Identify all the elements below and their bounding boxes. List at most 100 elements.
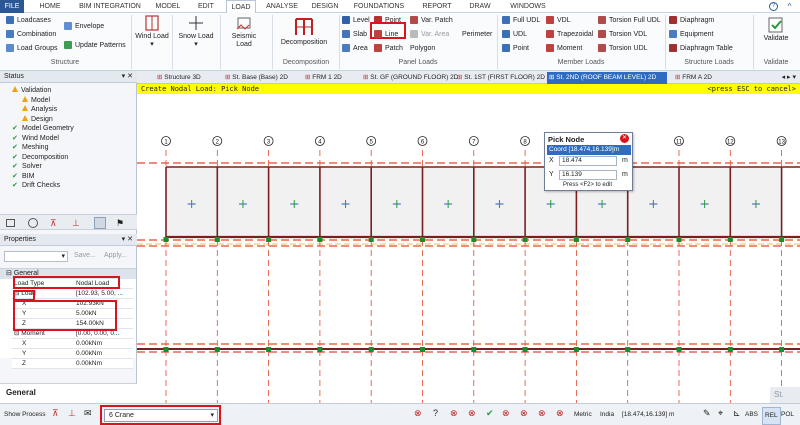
tab-document[interactable]: ⊞ FRM A 2D bbox=[673, 72, 731, 84]
help-icon[interactable]: ? bbox=[769, 2, 778, 11]
column-node[interactable] bbox=[625, 347, 631, 352]
error-icon[interactable]: ⊗ bbox=[414, 408, 422, 418]
load-icon[interactable]: ⊥ bbox=[72, 218, 80, 229]
column-node[interactable] bbox=[368, 237, 374, 242]
column-node[interactable] bbox=[214, 347, 220, 352]
loadcases-button[interactable]: Loadcases bbox=[6, 16, 51, 26]
error-icon[interactable]: ⊗ bbox=[556, 408, 564, 418]
level-load-button[interactable]: Level bbox=[342, 16, 370, 26]
torsion-udl-button[interactable]: Torsion UDL bbox=[598, 44, 648, 54]
status-tree-item[interactable]: ✔ Meshing bbox=[4, 143, 74, 153]
tab-document[interactable]: ⊞ St. GF (GROUND FLOOR) 2D bbox=[361, 72, 458, 84]
property-value[interactable]: 0.00kNm bbox=[76, 359, 102, 369]
check-icon[interactable]: ✔ bbox=[486, 408, 494, 418]
column-node[interactable] bbox=[779, 237, 785, 242]
column-node[interactable] bbox=[266, 237, 272, 242]
frame-icon[interactable]: ⊼ bbox=[50, 218, 57, 229]
property-value[interactable]: 0.00kNm bbox=[76, 349, 102, 359]
tab-document[interactable]: ⊞ St. 1ST (FIRST FLOOR) 2D bbox=[455, 72, 545, 84]
grid-view-icon[interactable] bbox=[6, 219, 15, 227]
error-icon[interactable]: ⊗ bbox=[468, 408, 476, 418]
structure-plan[interactable]: 12345678910111213 bbox=[137, 94, 800, 403]
trapezoidal-button[interactable]: Trapezoidal bbox=[546, 30, 593, 40]
menu-tab-analyse[interactable]: ANALYSE bbox=[262, 0, 302, 13]
status-tree-item[interactable]: Model bbox=[4, 95, 74, 106]
ortho-icon[interactable]: ⊾ bbox=[733, 408, 741, 418]
error-icon[interactable]: ⊗ bbox=[538, 408, 546, 418]
save-button[interactable]: Save... bbox=[74, 252, 96, 259]
properties-selector[interactable]: ▾ bbox=[4, 251, 68, 262]
column-node[interactable] bbox=[420, 237, 425, 242]
help-icon[interactable]: ? bbox=[433, 408, 438, 418]
equipment-button[interactable]: Equipment bbox=[669, 30, 713, 40]
polygon-load-button[interactable]: Polygon bbox=[410, 44, 435, 54]
status-tree-item[interactable]: ✔ BIM bbox=[4, 172, 74, 182]
column-node[interactable] bbox=[420, 347, 425, 352]
menu-tab-edit[interactable]: EDIT bbox=[192, 0, 220, 13]
status-tree-item[interactable]: ✔ Model Geometry bbox=[4, 124, 74, 134]
menu-tab-bim-integration[interactable]: BIM INTEGRATION bbox=[76, 0, 144, 13]
column-node[interactable] bbox=[163, 237, 169, 242]
tab-document[interactable]: ⊞ St. 2ND (ROOF BEAM LEVEL) 2D bbox=[547, 72, 667, 84]
status-tree-item[interactable]: Validation bbox=[4, 86, 74, 96]
status-tree-item[interactable]: Analysis bbox=[4, 105, 74, 115]
torsion-full-udl-button[interactable]: Torsion Full UDL bbox=[598, 16, 661, 26]
var-patch-load-button[interactable]: Var. Patch bbox=[410, 16, 453, 26]
decomposition-button[interactable]: Decomposition bbox=[276, 15, 332, 47]
snap-icon[interactable]: ⌖ bbox=[718, 408, 723, 418]
status-tree-item[interactable]: ✔ Decomposition bbox=[4, 153, 74, 163]
column-node[interactable] bbox=[317, 347, 323, 352]
flag-icon[interactable]: ⚑ bbox=[116, 218, 124, 229]
combination-button[interactable]: Combination bbox=[6, 30, 56, 40]
column-node[interactable] bbox=[266, 347, 272, 352]
menu-tab-file[interactable]: FILE bbox=[0, 0, 24, 13]
patch-load-button[interactable]: Patch bbox=[374, 44, 403, 54]
snow-load-button[interactable]: Snow Load ▾ bbox=[176, 15, 216, 49]
vdl-button[interactable]: VDL bbox=[546, 16, 571, 26]
menu-tab-load[interactable]: LOAD bbox=[226, 0, 256, 14]
seismic-load-button[interactable]: Seismic Load bbox=[224, 15, 264, 49]
menu-tab-design[interactable]: DESIGN bbox=[306, 0, 344, 13]
column-node[interactable] bbox=[471, 347, 477, 352]
diaphragm-table-button[interactable]: Diaphragm Table bbox=[669, 44, 733, 54]
frame-tool-icon[interactable]: ⊼ bbox=[52, 408, 59, 418]
column-node[interactable] bbox=[727, 347, 733, 352]
status-tree-item[interactable]: Design bbox=[4, 114, 74, 125]
error-icon[interactable]: ⊗ bbox=[520, 408, 528, 418]
column-node[interactable] bbox=[676, 347, 682, 352]
column-node[interactable] bbox=[471, 237, 477, 242]
tab-document[interactable]: ⊞ Structure 3D bbox=[155, 72, 217, 84]
panel-controls-icon[interactable]: ▾ ✕ bbox=[122, 71, 133, 83]
torsion-vdl-button[interactable]: Torsion VDL bbox=[598, 30, 647, 40]
diaphragm-button[interactable]: Diaphragm bbox=[669, 16, 714, 26]
line-load-button[interactable]: Line bbox=[374, 30, 398, 40]
var-area-load-button[interactable]: Var. Area bbox=[410, 30, 449, 40]
lock-icon[interactable] bbox=[94, 217, 106, 229]
metric-label[interactable]: Metric bbox=[574, 410, 592, 420]
drawing-canvas[interactable]: 12345678910111213 St. 2ND bbox=[137, 94, 800, 403]
status-tree-item[interactable]: ✔ Drift Checks bbox=[4, 181, 74, 191]
column-node[interactable] bbox=[522, 237, 528, 242]
menu-tab-model[interactable]: MODEL bbox=[150, 0, 186, 13]
rel-toggle[interactable]: REL bbox=[762, 407, 781, 425]
panel-controls-icon[interactable]: ▾ ✕ bbox=[122, 234, 133, 246]
area-load-button[interactable]: Area bbox=[342, 44, 368, 54]
error-icon[interactable]: ⊗ bbox=[450, 408, 458, 418]
member-point-load-button[interactable]: Point bbox=[502, 44, 529, 54]
menu-tab-draw[interactable]: DRAW bbox=[464, 0, 496, 13]
x-field[interactable]: 18.474 bbox=[559, 156, 617, 166]
property-value[interactable]: 0.00kNm bbox=[76, 339, 102, 349]
status-tree-item[interactable]: ✔ Wind Model bbox=[4, 134, 74, 144]
moment-button[interactable]: Moment bbox=[546, 44, 582, 54]
load-tool-icon[interactable]: ⊥ bbox=[68, 408, 76, 418]
menu-tab-home[interactable]: HOME bbox=[30, 0, 70, 13]
y-field[interactable]: 16.139 bbox=[559, 170, 617, 180]
pick-node-dialog[interactable]: Pick Node ✕ Coord [18.474,16.139]m X 18.… bbox=[544, 132, 633, 191]
status-tree-item[interactable]: ✔ Solver bbox=[4, 162, 74, 172]
slab-load-button[interactable]: Slab bbox=[342, 30, 367, 40]
column-node[interactable] bbox=[368, 347, 374, 352]
region-label[interactable]: India bbox=[600, 410, 614, 420]
menu-tab-report[interactable]: REPORT bbox=[418, 0, 456, 13]
wind-load-button[interactable]: Wind Load ▾ bbox=[135, 15, 169, 49]
column-node[interactable] bbox=[625, 237, 631, 242]
